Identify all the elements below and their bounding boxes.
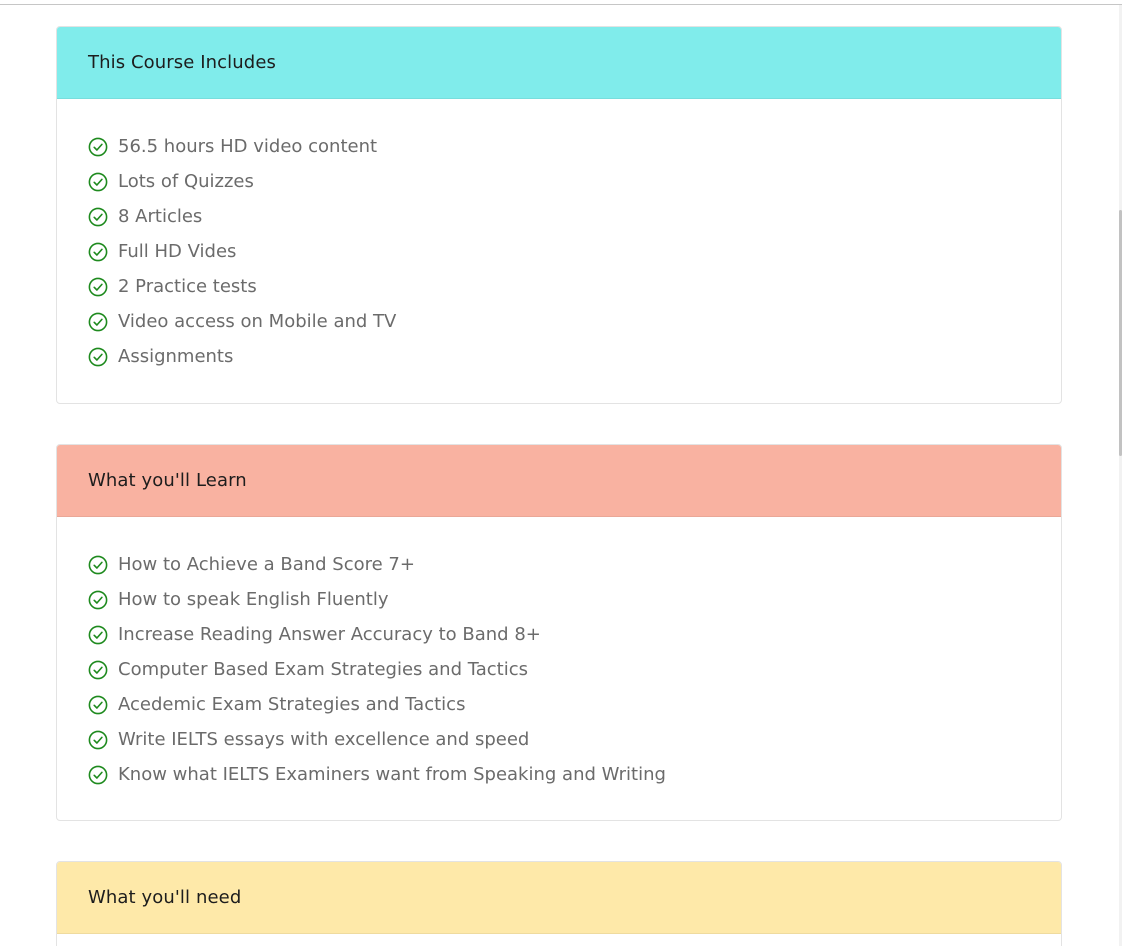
check-circle-icon (88, 207, 108, 227)
course-includes-header: This Course Includes (57, 27, 1061, 99)
check-circle-icon (88, 277, 108, 297)
what-you-need-card: What you'll need (56, 861, 1062, 946)
course-includes-item: 56.5 hours HD video content (88, 129, 1030, 164)
check-circle-icon (88, 695, 108, 715)
course-includes-item-label: 56.5 hours HD video content (118, 136, 378, 157)
what-you-learn-list: How to Achieve a Band Score 7+ How to spe… (88, 547, 1030, 792)
check-circle-icon (88, 347, 108, 367)
what-you-learn-item: Computer Based Exam Strategies and Tacti… (88, 652, 1030, 687)
what-you-learn-body: How to Achieve a Band Score 7+ How to spe… (57, 517, 1061, 792)
check-circle-icon (88, 625, 108, 645)
what-you-learn-item: How to Achieve a Band Score 7+ (88, 547, 1030, 582)
course-includes-item-label: Assignments (118, 346, 234, 367)
what-you-learn-item-label: Acedemic Exam Strategies and Tactics (118, 694, 466, 715)
course-includes-card: This Course Includes 56.5 hours HD video… (56, 26, 1062, 404)
top-divider (0, 4, 1122, 5)
check-circle-icon (88, 137, 108, 157)
course-includes-item: Video access on Mobile and TV (88, 304, 1030, 339)
what-you-learn-item: Increase Reading Answer Accuracy to Band… (88, 617, 1030, 652)
what-you-learn-item-label: Know what IELTS Examiners want from Spea… (118, 764, 666, 785)
check-circle-icon (88, 730, 108, 750)
course-includes-item-label: 8 Articles (118, 206, 203, 227)
course-includes-item: 8 Articles (88, 199, 1030, 234)
what-you-learn-header: What you'll Learn (57, 445, 1061, 517)
what-you-learn-item: Know what IELTS Examiners want from Spea… (88, 757, 1030, 792)
what-you-learn-title: What you'll Learn (88, 470, 247, 491)
course-includes-item-label: 2 Practice tests (118, 276, 257, 297)
what-you-learn-item-label: How to Achieve a Band Score 7+ (118, 554, 415, 575)
what-you-learn-item-label: Increase Reading Answer Accuracy to Band… (118, 624, 541, 645)
what-you-learn-item: How to speak English Fluently (88, 582, 1030, 617)
course-includes-item: 2 Practice tests (88, 269, 1030, 304)
course-includes-item: Lots of Quizzes (88, 164, 1030, 199)
course-includes-title: This Course Includes (88, 52, 276, 73)
course-includes-item-label: Lots of Quizzes (118, 171, 254, 192)
course-includes-list: 56.5 hours HD video content Lots of Quizz… (88, 129, 1030, 374)
what-you-need-header: What you'll need (57, 862, 1061, 934)
what-you-need-title: What you'll need (88, 887, 242, 908)
course-includes-item: Assignments (88, 339, 1030, 374)
what-you-learn-item-label: How to speak English Fluently (118, 589, 389, 610)
what-you-learn-item-label: Computer Based Exam Strategies and Tacti… (118, 659, 529, 680)
course-includes-item: Full HD Vides (88, 234, 1030, 269)
what-you-learn-item-label: Write IELTS essays with excellence and s… (118, 729, 530, 750)
course-includes-body: 56.5 hours HD video content Lots of Quizz… (57, 99, 1061, 374)
check-circle-icon (88, 172, 108, 192)
what-you-learn-item: Write IELTS essays with excellence and s… (88, 722, 1030, 757)
check-circle-icon (88, 765, 108, 785)
check-circle-icon (88, 242, 108, 262)
check-circle-icon (88, 555, 108, 575)
check-circle-icon (88, 660, 108, 680)
course-includes-item-label: Video access on Mobile and TV (118, 311, 397, 332)
check-circle-icon (88, 590, 108, 610)
check-circle-icon (88, 312, 108, 332)
what-you-learn-card: What you'll Learn How to Achieve a Band … (56, 444, 1062, 821)
what-you-learn-item: Acedemic Exam Strategies and Tactics (88, 687, 1030, 722)
page-viewport: This Course Includes 56.5 hours HD video… (0, 0, 1122, 946)
course-includes-item-label: Full HD Vides (118, 241, 237, 262)
